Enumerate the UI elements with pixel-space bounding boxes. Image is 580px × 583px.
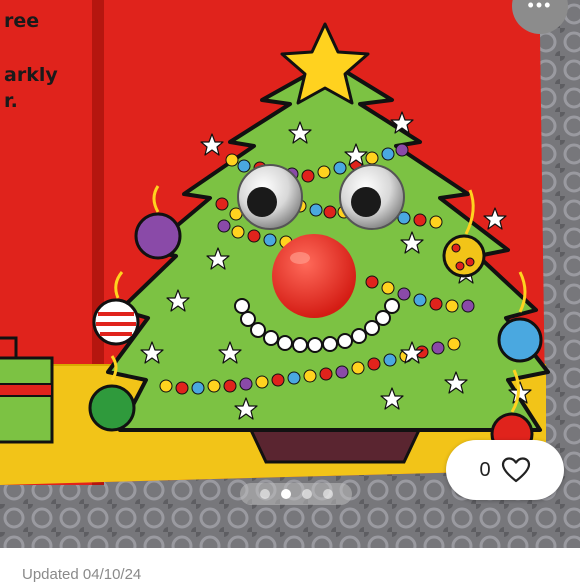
book-text-line-3: r. [4,90,18,112]
carousel-dot[interactable] [259,489,270,499]
carousel-dot[interactable] [322,489,333,499]
carousel-indicator [240,483,352,505]
updated-date: Updated 04/10/24 [22,566,142,583]
product-photo[interactable]: ree arkly r. ••• 0 [0,0,580,548]
like-button[interactable]: 0 [446,440,564,500]
book-text-line-2: arkly [4,64,58,86]
heart-outline-icon [501,456,531,484]
carousel-dot-active[interactable] [280,489,291,499]
book-text-line-1: ree [4,10,40,32]
like-count: 0 [479,458,491,481]
carousel-dot[interactable] [301,489,312,499]
more-dots-icon: ••• [527,0,553,15]
